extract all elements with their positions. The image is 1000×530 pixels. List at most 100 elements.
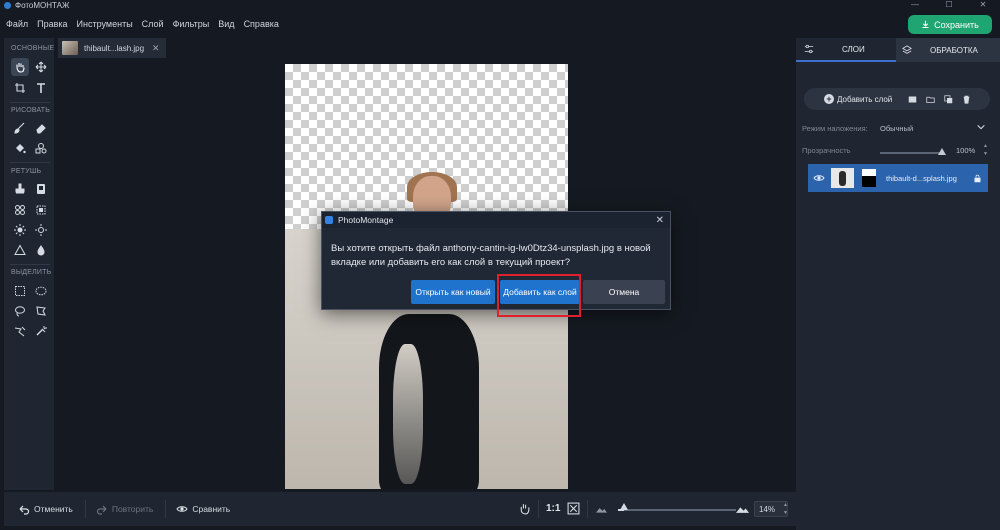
- hand-pan-icon[interactable]: [518, 502, 531, 515]
- dialog-close-icon[interactable]: ✕: [656, 215, 664, 226]
- image-layer-icon[interactable]: [908, 95, 917, 104]
- undo-button[interactable]: Отменить: [18, 503, 73, 515]
- chevron-down-icon[interactable]: [976, 122, 986, 132]
- right-panel: СЛОИ ОБРАБОТКА + Добавить слой Режим нал…: [796, 38, 1000, 530]
- folder-icon[interactable]: [926, 95, 935, 104]
- menu-file[interactable]: Файл: [6, 19, 28, 29]
- tool-panel: ОСНОВНЫЕ РИСОВАТЬ РЕТУШЬ ВЫДЕЛИТЬ: [4, 38, 54, 490]
- compare-button[interactable]: Сравнить: [176, 503, 230, 515]
- stepper-down-icon[interactable]: ▼: [982, 151, 989, 157]
- tab-processing-label: ОБРАБОТКА: [930, 45, 978, 55]
- zoom-slider-handle[interactable]: [619, 503, 628, 510]
- fill-tool[interactable]: [11, 139, 29, 157]
- sharpen-tool[interactable]: [11, 241, 29, 259]
- menu-tools[interactable]: Инструменты: [77, 19, 133, 29]
- dialog-titlebar: PhotoMontage ✕: [322, 212, 670, 228]
- undo-icon: [19, 505, 30, 515]
- heal-tool[interactable]: [11, 201, 29, 219]
- light-icon: [35, 224, 47, 236]
- bottom-divider: [165, 500, 167, 518]
- layer-actions-bar: + Добавить слой: [804, 88, 990, 110]
- text-tool[interactable]: [32, 79, 50, 97]
- menu-layer[interactable]: Слой: [142, 19, 164, 29]
- lock-icon[interactable]: [973, 174, 982, 183]
- blur-tool[interactable]: [32, 241, 50, 259]
- document-tab[interactable]: thibault...lash.jpg ✕: [58, 38, 166, 58]
- fit-screen-icon[interactable]: [567, 502, 580, 515]
- stepper-up-icon[interactable]: ▲: [982, 143, 989, 149]
- magnetic-lasso-tool[interactable]: [11, 322, 29, 340]
- eraser-tool[interactable]: [32, 119, 50, 137]
- cancel-button[interactable]: Отмена: [583, 280, 665, 304]
- maximize-button[interactable]: ☐: [932, 0, 966, 11]
- blend-mode-select[interactable]: Обычный: [880, 124, 913, 133]
- light-tool[interactable]: [32, 221, 50, 239]
- add-layer-icon[interactable]: +: [824, 94, 834, 104]
- app-title: ФотоМОНТАЖ: [15, 1, 70, 10]
- hand-tool[interactable]: [11, 58, 29, 76]
- zoom-in-icon[interactable]: [736, 504, 749, 513]
- text-icon: [37, 83, 45, 93]
- tab-layers[interactable]: СЛОИ: [796, 38, 896, 62]
- stepper-up-icon[interactable]: ▲: [782, 502, 789, 508]
- dialog-message: Вы хотите открыть файл anthony-cantin-ig…: [331, 243, 651, 268]
- tab-processing[interactable]: ОБРАБОТКА: [896, 38, 1000, 62]
- tool-divider: [10, 162, 50, 163]
- eye-icon[interactable]: [813, 172, 825, 184]
- drop-icon: [37, 245, 45, 256]
- dialog-title: PhotoMontage: [338, 215, 394, 225]
- stamp-icon: [15, 183, 25, 194]
- shapes-tool[interactable]: [32, 139, 50, 157]
- zoom-stepper[interactable]: ▲ ▼: [782, 502, 789, 516]
- opacity-stepper[interactable]: ▲ ▼: [982, 143, 989, 157]
- save-button[interactable]: Сохранить: [908, 15, 992, 34]
- open-as-new-button[interactable]: Открыть как новый: [411, 280, 495, 304]
- menu-help[interactable]: Справка: [244, 19, 279, 29]
- opacity-slider-handle[interactable]: [938, 148, 946, 155]
- lasso-tool[interactable]: [11, 302, 29, 320]
- stepper-down-icon[interactable]: ▼: [782, 510, 789, 516]
- frame-tool[interactable]: [32, 201, 50, 219]
- trash-icon[interactable]: [962, 95, 971, 104]
- sliders-icon: [804, 44, 814, 54]
- polygon-lasso-tool[interactable]: [32, 302, 50, 320]
- bottom-bar: Отменить Повторить Сравнить 1:1 14% ▲ ▼: [4, 492, 798, 526]
- magic-wand-tool[interactable]: [32, 322, 50, 340]
- tab-filename: thibault...lash.jpg: [84, 43, 145, 53]
- redo-button[interactable]: Повторить: [96, 503, 154, 515]
- rect-select-tool[interactable]: [11, 282, 29, 300]
- triangle-icon: [14, 244, 26, 255]
- stamp-tool[interactable]: [11, 180, 29, 198]
- compare-eye-icon: [176, 506, 188, 512]
- bottom-divider: [538, 500, 539, 518]
- menu-view[interactable]: Вид: [218, 19, 234, 29]
- layer-name: thibault-d...splash.jpg: [886, 173, 957, 183]
- crop-tool[interactable]: [11, 79, 29, 97]
- patch-tool[interactable]: [32, 180, 50, 198]
- layer-row[interactable]: thibault-d...splash.jpg: [808, 164, 988, 192]
- close-window-button[interactable]: ✕: [966, 0, 1000, 11]
- zoom-slider[interactable]: [618, 509, 736, 511]
- brightness-tool[interactable]: [11, 221, 29, 239]
- close-tab-icon[interactable]: ✕: [152, 43, 160, 54]
- lasso-icon: [15, 306, 25, 317]
- layer-thumbnail: [831, 168, 854, 188]
- bottom-divider: [84, 500, 86, 518]
- actual-size-button[interactable]: 1:1: [546, 503, 560, 514]
- menu-edit[interactable]: Правка: [37, 19, 67, 29]
- redo-label: Повторить: [111, 504, 154, 514]
- minimize-button[interactable]: —: [898, 0, 932, 11]
- move-tool[interactable]: [32, 58, 50, 76]
- opacity-slider[interactable]: [880, 152, 942, 154]
- menu-filters[interactable]: Фильтры: [173, 19, 210, 29]
- tab-layers-label: СЛОИ: [842, 44, 865, 54]
- shapes-icon: [35, 143, 47, 154]
- add-layer-button[interactable]: Добавить слой: [837, 95, 892, 104]
- section-draw: РИСОВАТЬ: [11, 107, 51, 114]
- patch-icon: [37, 184, 45, 194]
- duplicate-icon[interactable]: [944, 94, 953, 104]
- zoom-out-icon[interactable]: [596, 505, 607, 513]
- dialog-app-icon: [325, 216, 333, 224]
- brush-tool[interactable]: [11, 119, 29, 137]
- ellipse-select-tool[interactable]: [32, 282, 50, 300]
